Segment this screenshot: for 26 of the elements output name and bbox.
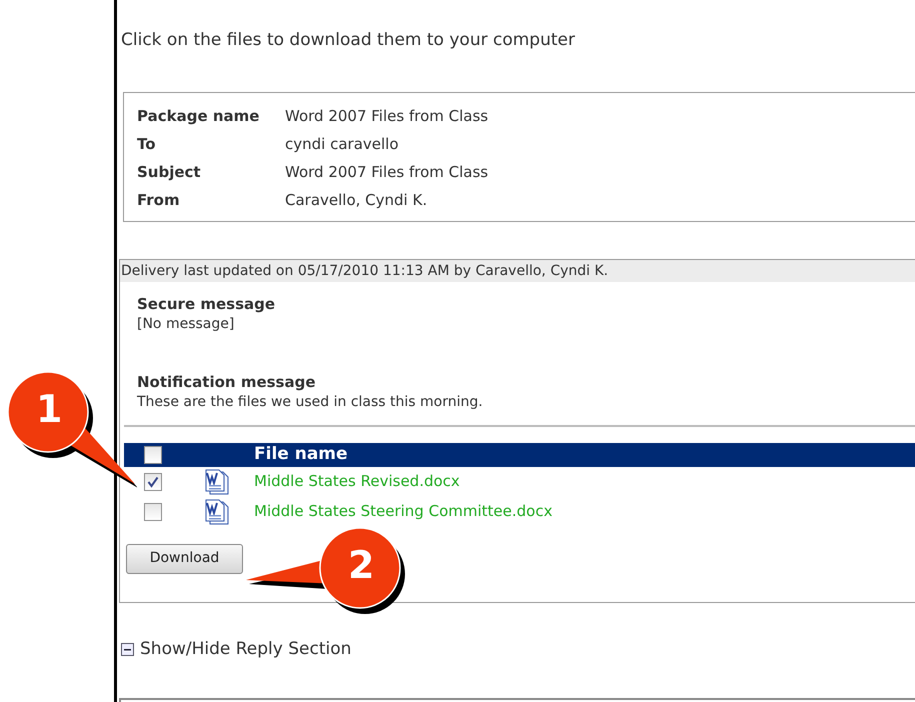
- section-body: [No message]: [137, 314, 236, 334]
- collapse-icon[interactable]: [121, 642, 134, 656]
- callout-number: 2: [348, 546, 374, 584]
- detail-label: From: [137, 190, 181, 212]
- detail-label: Subject: [137, 162, 202, 184]
- document-icon: [204, 468, 230, 494]
- callout-number: 1: [36, 390, 62, 428]
- detail-value: Caravello, Cyndi K.: [285, 190, 428, 212]
- checkbox[interactable]: [144, 472, 162, 490]
- checkbox[interactable]: [144, 446, 162, 464]
- instruction-text: Click on the files to download them to your computer: [121, 29, 576, 52]
- check-icon: [147, 476, 159, 488]
- detail-label: To: [137, 134, 157, 156]
- delivery-status: Delivery last updated on 05/17/2010 11:13 AM by Caravello, Cyndi K.: [120, 260, 915, 282]
- detail-label: Package name: [137, 106, 260, 128]
- detail-value: Word 2007 Files from Class: [285, 162, 488, 184]
- detail-value: Word 2007 Files from Class: [285, 106, 488, 128]
- download-button[interactable]: Download: [126, 544, 243, 574]
- section-body: These are the files we used in class this morning.: [137, 392, 484, 412]
- detail-value: cyndi caravello: [285, 134, 399, 156]
- column-header: File name: [254, 442, 348, 466]
- document-icon: [204, 498, 230, 524]
- checkbox[interactable]: [144, 502, 162, 520]
- section-title: Notification message: [137, 372, 317, 392]
- reply-toggle-link[interactable]: Show/Hide Reply Section: [140, 636, 352, 662]
- section-title: Secure message: [137, 294, 276, 314]
